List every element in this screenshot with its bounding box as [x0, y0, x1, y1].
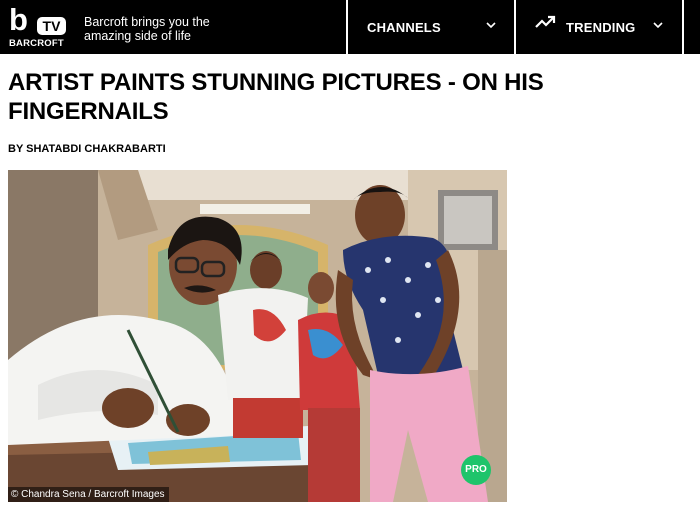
- trending-icon: [535, 15, 556, 28]
- logo-letter: b: [9, 2, 28, 37]
- nav-channels[interactable]: CHANNELS: [348, 0, 514, 54]
- site-header: b TV BARCROFT Barcroft brings you the am…: [0, 0, 700, 54]
- nav-trending-label: TRENDING: [566, 20, 636, 35]
- chevron-down-icon: [653, 22, 663, 29]
- nav-trending[interactable]: TRENDING: [516, 0, 682, 54]
- nav-channels-label: CHANNELS: [367, 20, 441, 35]
- article-photo[interactable]: © Chandra Sena / Barcroft Images PRO: [8, 170, 507, 502]
- article-headline: ARTIST PAINTS STUNNING PICTURES - ON HIS…: [8, 69, 544, 125]
- article-byline[interactable]: BY SHATABDI CHAKRABARTI: [8, 143, 166, 155]
- photo-scene: [8, 170, 507, 502]
- barcroft-tv-logo[interactable]: b TV BARCROFT: [8, 2, 70, 49]
- logo-wordmark: BARCROFT: [9, 38, 64, 49]
- photo-credit: © Chandra Sena / Barcroft Images: [8, 487, 169, 502]
- logo-tv-badge: TV: [37, 17, 66, 35]
- pro-badge[interactable]: PRO: [461, 455, 491, 485]
- chevron-down-icon: [486, 22, 496, 29]
- header-divider: [682, 0, 684, 54]
- site-tagline: Barcroft brings you the amazing side of …: [84, 15, 210, 43]
